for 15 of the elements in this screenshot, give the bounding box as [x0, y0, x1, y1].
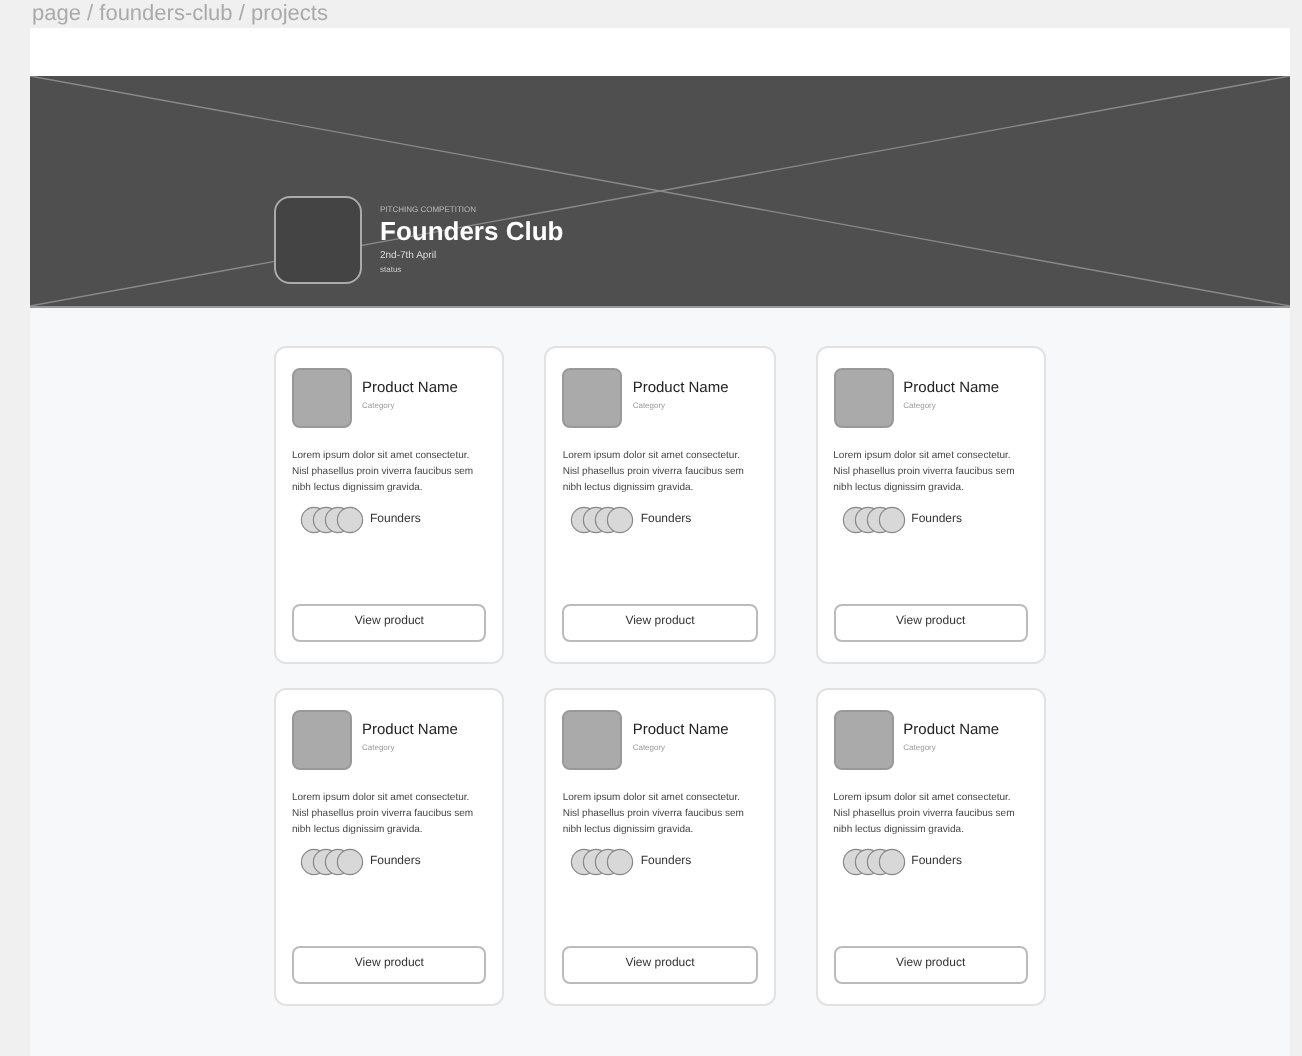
product-thumbnail [292, 710, 352, 770]
founder-avatars-icon [841, 848, 906, 876]
founder-avatars-icon [841, 506, 906, 534]
club-logo [274, 196, 362, 284]
product-thumbnail [292, 368, 352, 428]
club-title: Founders Club [380, 216, 564, 248]
product-thumbnail [833, 710, 894, 770]
product-thumbnail [833, 368, 894, 428]
founder-avatars-icon [300, 506, 364, 534]
product-thumbnail [562, 710, 623, 770]
breadcrumb: page / founders-club / projects [30, 0, 330, 28]
founder-avatars-icon [570, 506, 635, 534]
product-thumbnail [562, 368, 623, 428]
founder-avatars-icon [300, 848, 364, 876]
founder-avatars-icon [570, 848, 635, 876]
